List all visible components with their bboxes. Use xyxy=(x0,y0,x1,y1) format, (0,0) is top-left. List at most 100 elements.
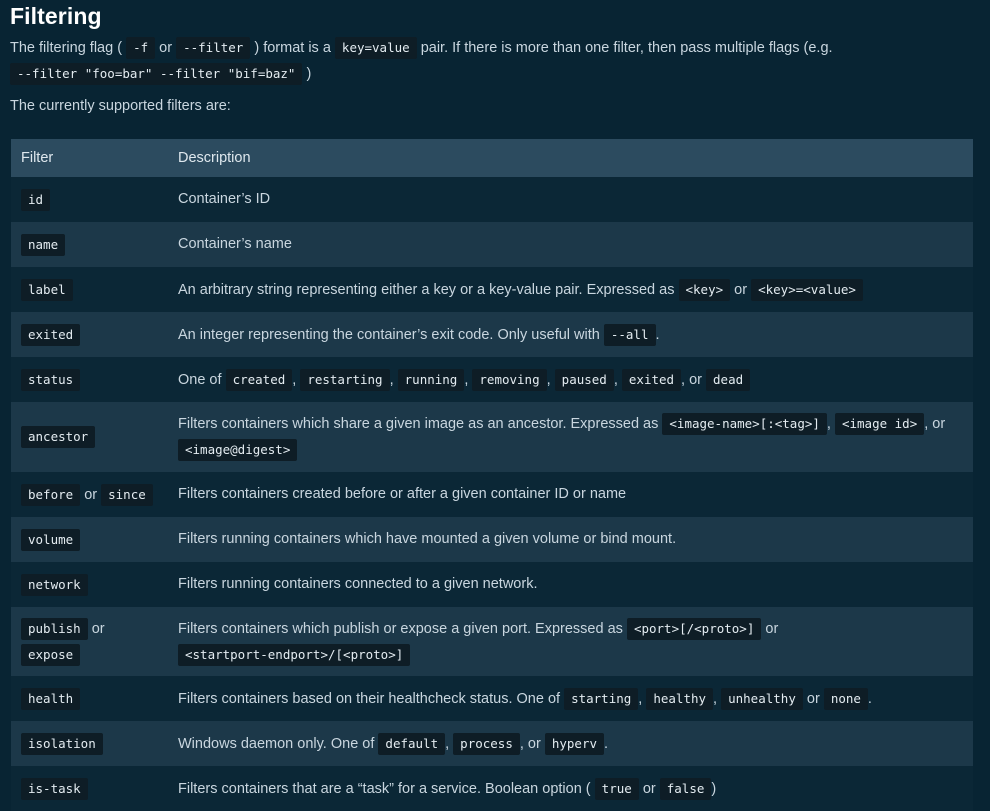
description-text: . xyxy=(604,735,609,752)
code-inline: --all xyxy=(603,323,656,346)
code-inline: unhealthy xyxy=(721,687,803,710)
code-inline: <image id> xyxy=(834,413,925,435)
description-text: , xyxy=(464,371,469,388)
filter-key: network xyxy=(21,573,88,596)
description-text: . xyxy=(867,690,872,707)
description-text: , xyxy=(638,690,643,707)
filter-connector: or xyxy=(91,620,105,637)
intro-paragraph: The filtering flag ( -f or --filter ) fo… xyxy=(10,35,970,87)
code-inline: restarting xyxy=(300,368,390,391)
description-text: , xyxy=(389,371,394,388)
header-filter: Filter xyxy=(11,139,168,177)
description-text: Windows daemon only. One of xyxy=(178,735,375,752)
table-row: before or since Filters containers create… xyxy=(11,472,973,517)
intro-text: ) xyxy=(306,66,312,82)
code-inline: created xyxy=(225,368,293,391)
filter-cell: exited xyxy=(11,312,168,357)
table-row: status One of created, restarting, runnin… xyxy=(11,357,973,402)
description-text: Container’s ID xyxy=(178,191,271,207)
filter-cell: label xyxy=(11,267,168,312)
table-row: is-task Filters containers that are a “ta… xyxy=(11,766,973,811)
filter-cell: before or since xyxy=(11,472,168,517)
filter-cell: health xyxy=(11,676,168,721)
filter-key: expose xyxy=(21,643,81,666)
doc-page: Filtering The filtering flag ( -f or --f… xyxy=(0,0,990,811)
filter-cell: ancestor xyxy=(11,402,168,472)
code-inline: none xyxy=(823,687,868,710)
filter-key: id xyxy=(21,188,51,211)
description-cell: Filters containers that are a “task” for… xyxy=(168,766,973,811)
intro-text: The filtering flag ( xyxy=(10,40,123,56)
code-inline: default xyxy=(378,732,446,755)
description-text: An arbitrary string representing either … xyxy=(178,281,675,298)
description-cell: Container’s name xyxy=(168,222,973,267)
filter-cell: status xyxy=(11,357,168,402)
code-inline: key=value xyxy=(334,37,417,59)
table-row: publish or expose Filters containers which… xyxy=(11,607,973,676)
description-text: or xyxy=(642,780,656,797)
code-inline: --filter xyxy=(176,37,251,59)
intro-text: or xyxy=(159,40,173,56)
code-inline: <image-name>[:<tag>] xyxy=(662,413,827,435)
filters-table: Filter Description id Container’s ID name C… xyxy=(11,139,973,811)
description-cell: Container’s ID xyxy=(168,177,973,222)
code-inline: running xyxy=(397,368,465,391)
code-inline: hyperv xyxy=(544,732,604,755)
code-inline: --filter "foo=bar" --filter "bif=baz" xyxy=(10,63,303,85)
intro-text: pair. If there is more than one filter, … xyxy=(420,40,833,56)
code-inline: <port>[/<proto>] xyxy=(626,617,762,640)
description-text: , or xyxy=(519,735,541,752)
description-text: Container’s name xyxy=(178,236,292,252)
filter-key: publish xyxy=(21,617,88,640)
section-title: Filtering xyxy=(10,3,102,29)
description-text: . xyxy=(655,326,660,343)
code-inline: paused xyxy=(554,368,614,391)
table-row: label An arbitrary string representing ei… xyxy=(11,267,973,312)
filter-cell: is-task xyxy=(11,766,168,811)
description-text: ) xyxy=(711,780,717,797)
description-cell: Filters containers which share a given i… xyxy=(168,402,973,472)
filter-key: exited xyxy=(21,323,81,346)
table-row: health Filters containers based on their … xyxy=(11,676,973,721)
code-inline: starting xyxy=(564,687,639,710)
supported-filters-text: The currently supported filters are: xyxy=(10,98,231,114)
description-text: Filters containers that are a “task” for… xyxy=(178,780,591,797)
code-inline: dead xyxy=(706,368,751,391)
table-row: volume Filters running containers which h… xyxy=(11,517,973,562)
description-text: or xyxy=(765,620,779,637)
description-cell: Windows daemon only. One of default, pro… xyxy=(168,721,973,766)
description-text: Filters containers which publish or expo… xyxy=(178,620,623,637)
filter-key: volume xyxy=(21,528,81,551)
filter-key: before xyxy=(21,483,81,506)
table-row: isolation Windows daemon only. One of def… xyxy=(11,721,973,766)
filter-cell: name xyxy=(11,222,168,267)
description-text: , xyxy=(826,416,831,432)
description-cell: An integer representing the container’s … xyxy=(168,312,973,357)
filter-connector: or xyxy=(84,486,98,503)
description-text: or xyxy=(806,690,820,707)
description-text: , or xyxy=(924,416,946,432)
table-row: id Container’s ID xyxy=(11,177,973,222)
filter-key: status xyxy=(21,368,81,391)
filter-key: ancestor xyxy=(21,426,96,448)
table-row: name Container’s name xyxy=(11,222,973,267)
filter-key: name xyxy=(21,233,66,256)
description-text: Filters containers based on their health… xyxy=(178,690,561,707)
filter-cell: network xyxy=(11,562,168,607)
code-inline: <key> xyxy=(678,278,731,301)
filter-cell: isolation xyxy=(11,721,168,766)
description-text: Filters containers which share a given i… xyxy=(178,416,659,432)
description-text: An integer representing the container’s … xyxy=(178,326,600,343)
code-inline: <key>=<value> xyxy=(751,278,863,301)
description-text: Filters running containers which have mo… xyxy=(178,531,677,547)
filter-key: health xyxy=(21,687,81,710)
code-inline: true xyxy=(594,777,639,800)
code-inline: -f xyxy=(126,37,156,59)
description-cell: Filters containers based on their health… xyxy=(168,676,973,721)
description-text: , xyxy=(546,371,551,388)
description-cell: Filters containers which publish or expo… xyxy=(168,607,973,676)
description-cell: Filters containers created before or aft… xyxy=(168,472,973,517)
description-cell: One of created, restarting, running, rem… xyxy=(168,357,973,402)
filter-cell: volume xyxy=(11,517,168,562)
filter-key: label xyxy=(21,278,73,301)
